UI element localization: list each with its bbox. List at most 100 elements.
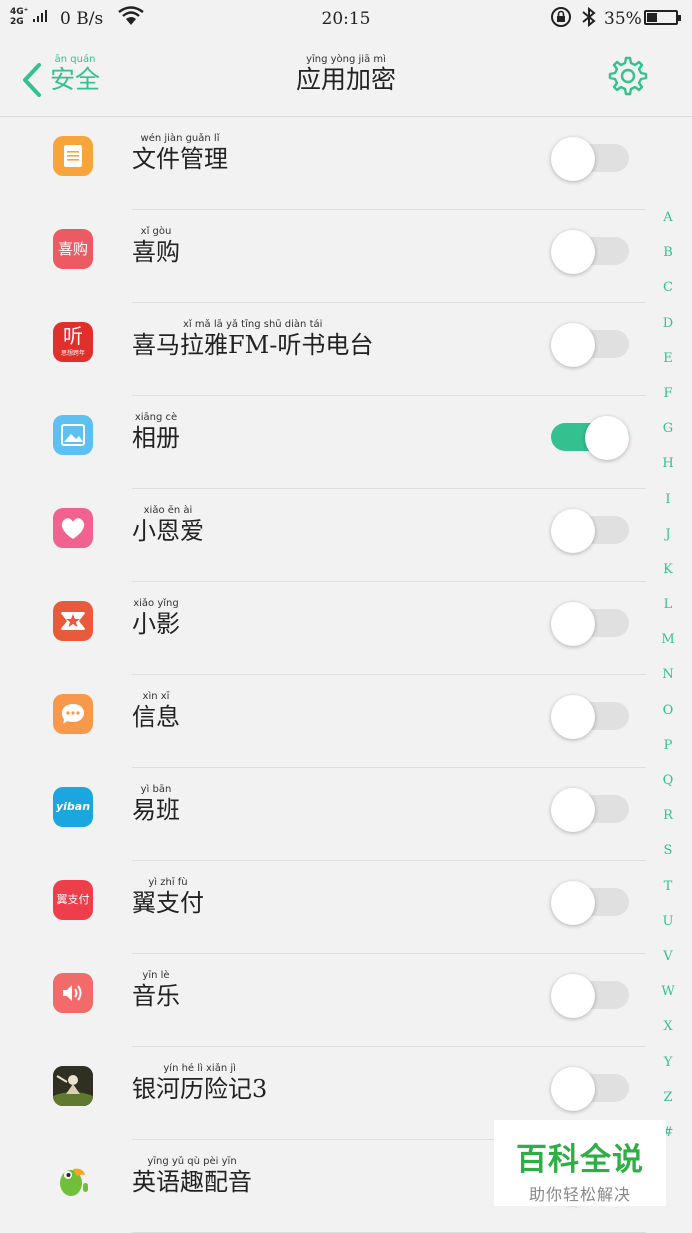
alphabet-index-letter[interactable]: N bbox=[656, 657, 680, 692]
app-name-pinyin: yì zhī fù bbox=[148, 877, 188, 888]
alphabet-index-letter[interactable]: C bbox=[656, 270, 680, 305]
game-icon bbox=[53, 1066, 93, 1106]
gear-icon[interactable] bbox=[606, 54, 650, 98]
alphabet-index-letter[interactable]: K bbox=[656, 552, 680, 587]
lock-toggle[interactable] bbox=[551, 509, 629, 553]
alphabet-index-letter[interactable]: Q bbox=[656, 763, 680, 798]
alphabet-index-letter[interactable]: A bbox=[656, 200, 680, 235]
app-name: xiǎo ēn ài 小恩爱 bbox=[132, 505, 204, 545]
alphabet-index-letter[interactable]: I bbox=[656, 482, 680, 517]
app-name-text: 翼支付 bbox=[132, 889, 204, 917]
alphabet-index-letter[interactable]: E bbox=[656, 341, 680, 376]
yiban-icon: yiban bbox=[53, 787, 93, 827]
lock-toggle[interactable] bbox=[551, 602, 629, 646]
lock-toggle[interactable] bbox=[551, 230, 629, 274]
rotation-lock-icon bbox=[551, 7, 571, 27]
alphabet-index-letter[interactable]: V bbox=[656, 939, 680, 974]
battery-percent: 35% bbox=[604, 9, 642, 29]
app-name: wén jiàn guǎn lǐ 文件管理 bbox=[132, 133, 228, 173]
alphabet-index-letter[interactable]: H bbox=[656, 446, 680, 481]
alphabet-index-letter[interactable]: Z bbox=[656, 1080, 680, 1115]
app-lock-list: wén jiàn guǎn lǐ 文件管理 喜购 xǐ gòu 喜购 听 思想跨… bbox=[0, 117, 646, 1233]
alphabet-index[interactable]: A B C D E F G H I J K L M N O P Q R S T U V W X Y Z # bbox=[656, 200, 680, 1150]
status-bar: 4G⁺ 2G 0 B/s 20:15 35% bbox=[0, 0, 692, 40]
app-name-pinyin: wén jiàn guǎn lǐ bbox=[140, 133, 220, 144]
app-name-text: 相册 bbox=[132, 424, 180, 452]
lock-toggle[interactable] bbox=[551, 1067, 629, 1111]
lock-toggle[interactable] bbox=[551, 974, 629, 1018]
parrot-icon bbox=[53, 1159, 93, 1199]
lock-toggle[interactable] bbox=[551, 695, 629, 739]
yizhifu-icon-label: 翼支付 bbox=[56, 893, 90, 906]
list-item: yīn lè 音乐 bbox=[0, 954, 646, 1047]
list-item: yiban yì bān 易班 bbox=[0, 768, 646, 861]
app-name: xǐ gòu 喜购 bbox=[132, 226, 180, 266]
app-name-text: 喜马拉雅FM-听书电台 bbox=[132, 331, 374, 359]
message-icon bbox=[53, 694, 93, 734]
app-name-text: 英语趣配音 bbox=[132, 1168, 252, 1196]
app-name: yì zhī fù 翼支付 bbox=[132, 877, 204, 917]
app-name: yīng yǔ qù pèi yīn 英语趣配音 bbox=[132, 1156, 252, 1196]
app-name: xiǎo yǐng 小影 bbox=[132, 598, 180, 638]
alphabet-index-letter[interactable]: O bbox=[656, 693, 680, 728]
yizhifu-icon: 翼支付 bbox=[53, 880, 93, 920]
bluetooth-icon bbox=[582, 6, 596, 28]
app-name-pinyin: xiǎo ēn ài bbox=[143, 505, 193, 516]
xigou-icon-label: 喜购 bbox=[57, 240, 88, 258]
app-name-text: 易班 bbox=[132, 796, 180, 824]
app-name: yīn lè 音乐 bbox=[132, 970, 180, 1010]
watermark-logo: 百科全说 助你轻松解决 bbox=[494, 1120, 666, 1206]
app-name-text: 文件管理 bbox=[132, 145, 228, 173]
app-name-pinyin: xìn xī bbox=[142, 691, 170, 702]
app-name-pinyin: xiǎo yǐng bbox=[133, 598, 179, 609]
app-name-pinyin: yín hé lì xiǎn jì bbox=[163, 1063, 236, 1074]
app-name-pinyin: xǐ gòu bbox=[140, 226, 172, 237]
app-name: xìn xī 信息 bbox=[132, 691, 180, 731]
app-name-pinyin: xǐ mǎ lā yǎ tīng shū diàn tái bbox=[182, 319, 323, 330]
alphabet-index-letter[interactable]: R bbox=[656, 798, 680, 833]
app-name-text: 信息 bbox=[132, 703, 180, 731]
lock-toggle[interactable] bbox=[551, 416, 629, 460]
app-name: yín hé lì xiǎn jì 银河历险记3 bbox=[132, 1063, 267, 1103]
app-name-pinyin: yì bān bbox=[140, 784, 172, 795]
alphabet-index-letter[interactable]: D bbox=[656, 306, 680, 341]
alphabet-index-letter[interactable]: W bbox=[656, 974, 680, 1009]
alphabet-index-letter[interactable]: S bbox=[656, 833, 680, 868]
photos-icon bbox=[53, 415, 93, 455]
file-manager-icon bbox=[53, 136, 93, 176]
alphabet-index-letter[interactable]: J bbox=[656, 517, 680, 552]
app-name: xǐ mǎ lā yǎ tīng shū diàn tái 喜马拉雅FM-听书电… bbox=[132, 319, 373, 359]
list-item: wén jiàn guǎn lǐ 文件管理 bbox=[0, 117, 646, 210]
lock-toggle[interactable] bbox=[551, 788, 629, 832]
alphabet-index-letter[interactable]: Y bbox=[656, 1045, 680, 1080]
watermark-title: 百科全说 bbox=[516, 1142, 644, 1178]
app-name: yì bān 易班 bbox=[132, 784, 180, 824]
page-title-text: 应用加密 bbox=[295, 65, 396, 94]
battery-level bbox=[647, 13, 657, 22]
app-name-text: 喜购 bbox=[132, 238, 180, 266]
alphabet-index-letter[interactable]: T bbox=[656, 869, 680, 904]
alphabet-index-letter[interactable]: X bbox=[656, 1009, 680, 1044]
list-item: xìn xī 信息 bbox=[0, 675, 646, 768]
ximalaya-icon-sublabel: 思想跨年 bbox=[60, 350, 85, 357]
lock-toggle[interactable] bbox=[551, 323, 629, 367]
video-star-icon bbox=[53, 601, 93, 641]
alphabet-index-letter[interactable]: U bbox=[656, 904, 680, 939]
alphabet-index-letter[interactable]: B bbox=[656, 235, 680, 270]
alphabet-index-letter[interactable]: G bbox=[656, 411, 680, 446]
speaker-icon bbox=[53, 973, 93, 1013]
top-nav-bar: ān quán 安全 yīng yòng jiā mì 应用加密 bbox=[0, 40, 692, 117]
alphabet-index-letter[interactable]: F bbox=[656, 376, 680, 411]
ximalaya-icon: 听 思想跨年 bbox=[53, 322, 93, 362]
page-title: yīng yòng jiā mì 应用加密 bbox=[0, 54, 692, 94]
app-name-text: 银河历险记3 bbox=[132, 1075, 268, 1103]
alphabet-index-letter[interactable]: P bbox=[656, 728, 680, 763]
list-item: xiǎo yǐng 小影 bbox=[0, 582, 646, 675]
watermark-subtitle: 助你轻松解决 bbox=[528, 1185, 631, 1204]
lock-toggle[interactable] bbox=[551, 881, 629, 925]
heart-icon bbox=[53, 508, 93, 548]
lock-toggle[interactable] bbox=[551, 137, 629, 181]
list-item: xiǎo ēn ài 小恩爱 bbox=[0, 489, 646, 582]
alphabet-index-letter[interactable]: M bbox=[656, 622, 680, 657]
alphabet-index-letter[interactable]: L bbox=[656, 587, 680, 622]
